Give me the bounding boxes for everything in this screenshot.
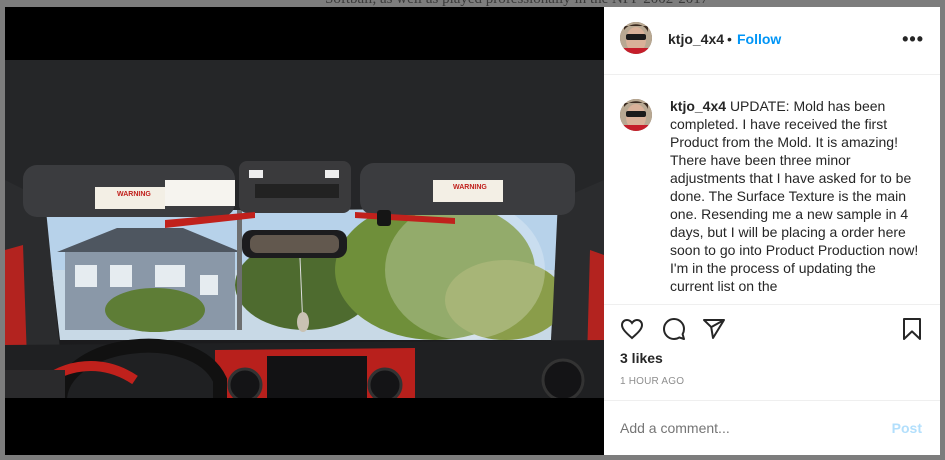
comment-icon[interactable] [662, 317, 686, 341]
post-timestamp[interactable]: 1 HOUR AGO [620, 376, 684, 387]
comment-input[interactable] [620, 420, 880, 436]
comment-box: Post [604, 400, 940, 456]
caption-avatar[interactable] [620, 99, 652, 131]
bookmark-icon[interactable] [900, 317, 924, 341]
visor-warning-left: WARNING [117, 191, 151, 198]
truck-interior-image: WARNING WARNING [5, 60, 604, 398]
post-actions: 3 likes 1 HOUR AGO [604, 304, 940, 415]
author-username[interactable]: ktjo_4x4 [668, 31, 724, 47]
caption-body: ktjo_4x4 UPDATE: Mold has been completed… [670, 97, 920, 295]
more-options-icon[interactable]: ••• [902, 29, 924, 50]
header-separator: • [727, 31, 732, 47]
author-avatar[interactable] [620, 22, 652, 54]
post-header: ktjo_4x4 • Follow ••• [604, 7, 940, 75]
avatar-image [620, 22, 652, 54]
visor-warning-right: WARNING [453, 184, 487, 191]
heart-icon[interactable] [620, 317, 644, 341]
post-comment-button[interactable]: Post [892, 420, 922, 436]
avatar-image [620, 99, 652, 131]
post-detail-panel: ktjo_4x4 • Follow ••• ktjo_4x4 UPDATE: M… [604, 7, 940, 455]
caption-text: UPDATE: Mold has been completed. I have … [670, 98, 919, 294]
follow-button[interactable]: Follow [737, 31, 781, 47]
post-photo[interactable]: WARNING WARNING [5, 7, 604, 455]
likes-count[interactable]: 3 likes [620, 350, 663, 366]
send-icon[interactable] [702, 317, 726, 341]
photo-scene: WARNING WARNING [5, 60, 604, 398]
caption-username[interactable]: ktjo_4x4 [670, 98, 726, 114]
caption-area: ktjo_4x4 UPDATE: Mold has been completed… [620, 97, 920, 297]
